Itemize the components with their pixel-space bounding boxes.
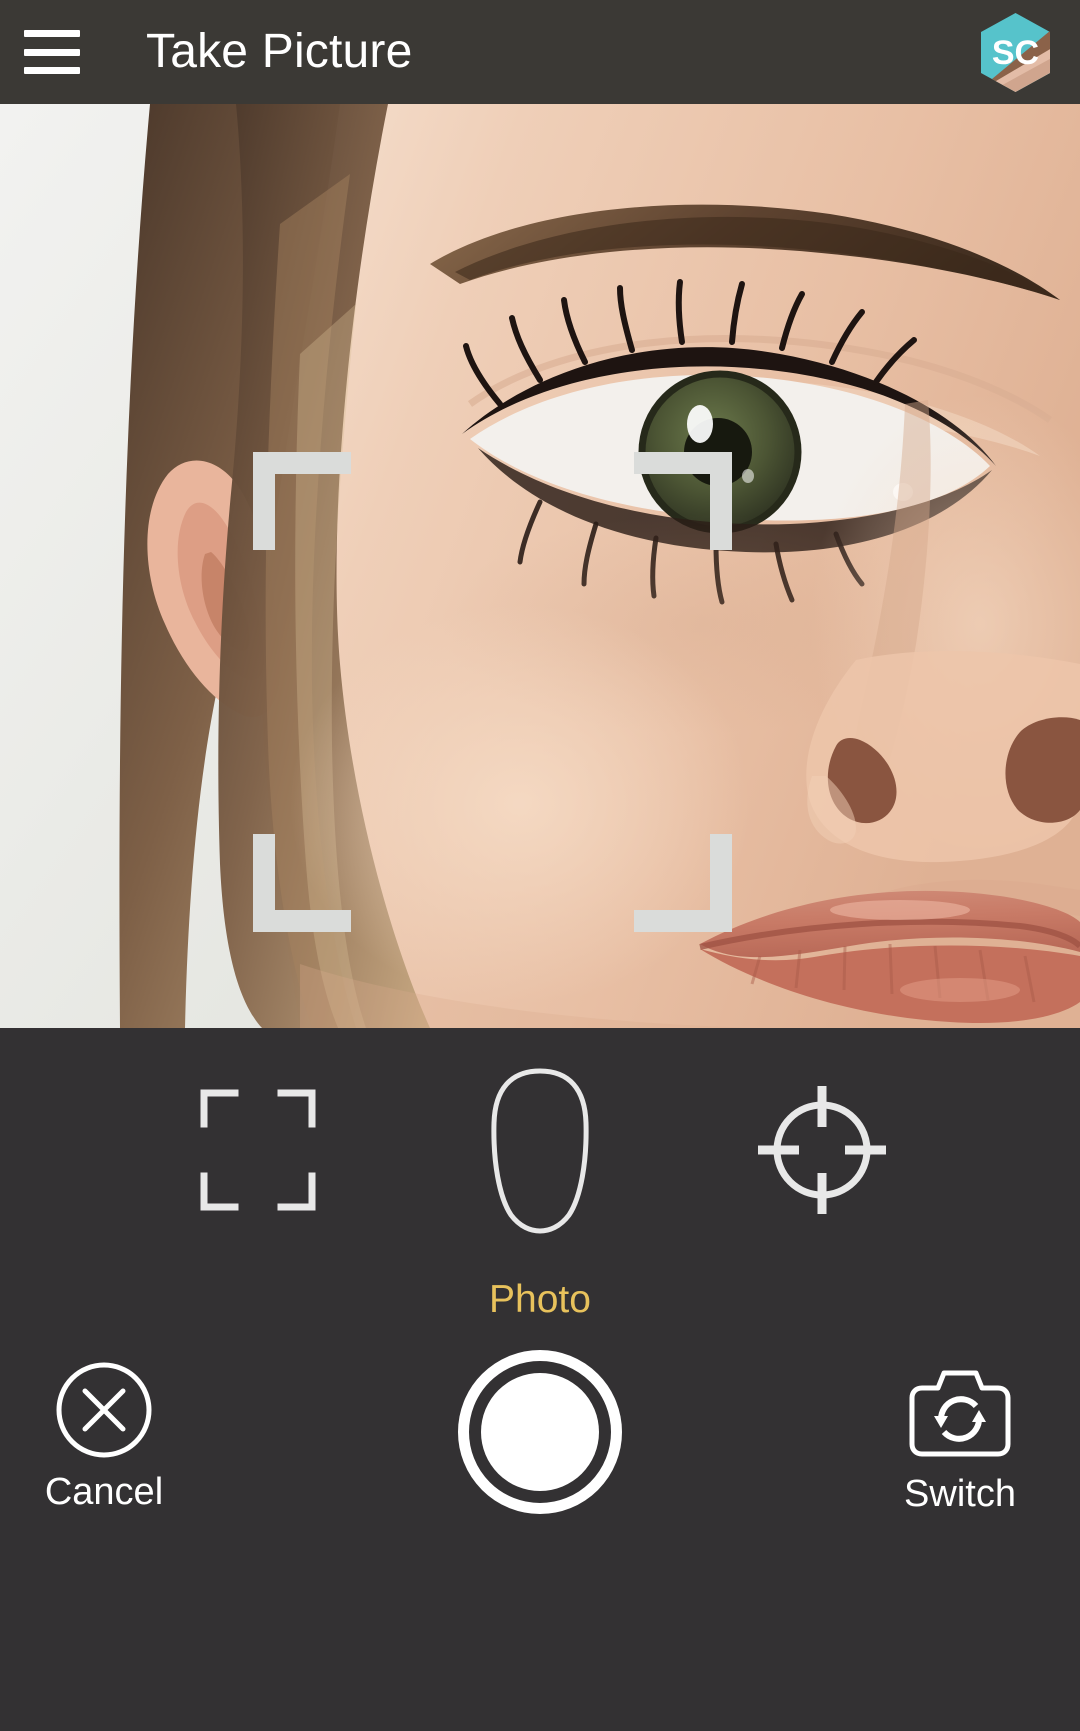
viewfinder-corner-bottom-right [634,834,732,932]
app-logo-text: SC [992,34,1039,72]
capture-mode-row [0,1060,1080,1240]
camera-switch-icon [909,1370,1011,1457]
shutter-core [481,1373,599,1491]
mode-face-button[interactable] [440,1060,640,1240]
capture-action-row: Cancel Switch [0,1348,1080,1578]
camera-preview[interactable] [0,104,1080,1028]
cancel-button-label: Cancel [44,1471,164,1513]
camera-controls-panel: Photo Cancel Switch [0,1028,1080,1731]
crosshair-target-icon [758,1086,886,1214]
hamburger-menu-icon[interactable] [24,30,80,74]
capture-mode-label: Photo [489,1278,591,1321]
viewfinder-corner-top-left [253,452,351,550]
mode-target-button[interactable] [722,1060,922,1240]
page-title: Take Picture [146,25,413,78]
app-logo-hexagon[interactable]: SC [974,11,1057,94]
app-bar: Take Picture SC [0,0,1080,104]
switch-camera-button[interactable]: Switch [860,1366,1060,1516]
face-oval-outline-icon [491,1068,589,1234]
mode-frame-button[interactable] [158,1060,358,1240]
hamburger-line [24,30,80,37]
camera-preview-image [0,104,1080,1028]
viewfinder-corner-bottom-left [253,834,351,932]
hamburger-line [24,48,80,56]
square-frame-brackets-icon [200,1089,316,1211]
hamburger-line [24,67,80,74]
camera-screen: Take Picture SC Photo Cancel Switch [0,0,1080,1731]
viewfinder-corner-top-right [634,452,732,550]
cancel-button[interactable]: Cancel [20,1360,188,1514]
switch-camera-button-label: Switch [904,1473,1016,1515]
shutter-button[interactable] [458,1350,622,1514]
close-circle-icon [56,1362,152,1458]
